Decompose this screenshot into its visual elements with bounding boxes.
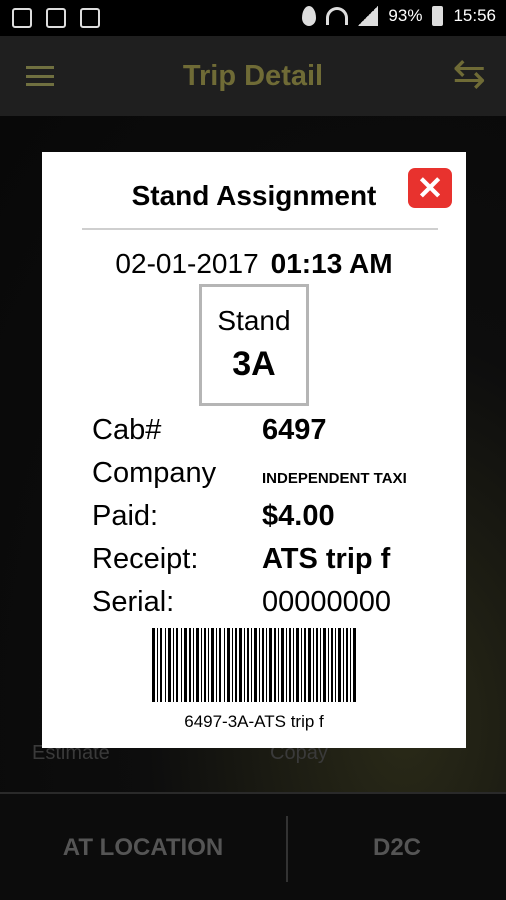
location-icon	[302, 6, 317, 26]
at-location-button[interactable]: AT LOCATION	[0, 794, 286, 900]
wifi-icon	[326, 7, 349, 25]
image-notification-icon	[12, 8, 32, 28]
serial-value: 00000000	[262, 586, 392, 618]
system-icons: 93% 15:56	[302, 6, 496, 26]
stand-box: Stand 3A	[199, 284, 309, 406]
serial-label: Serial:	[92, 586, 175, 618]
bottom-action-bar: AT LOCATION D2C	[0, 792, 506, 900]
serial-row: Serial: 00000000	[92, 586, 462, 630]
assignment-datetime: 02-01-2017 01:13 AM	[42, 248, 466, 280]
title-divider	[82, 228, 438, 230]
company-row: Company INDEPENDENT TAXI	[92, 457, 462, 501]
stand-label: Stand	[217, 305, 291, 336]
receipt-label: Receipt:	[92, 543, 199, 575]
cab-row: Cab# 6497	[92, 414, 462, 458]
paid-value: $4.00	[262, 500, 335, 532]
company-value: INDEPENDENT TAXI	[262, 470, 407, 487]
battery-icon	[432, 6, 444, 26]
briefcase-notification-icon	[80, 8, 100, 28]
stand-assignment-dialog: Stand Assignment ✕ 02-01-2017 01:13 AM St…	[42, 152, 466, 748]
receipt-row: Receipt: ATS trip f	[92, 543, 462, 587]
status-bar: 93% 15:56	[0, 0, 506, 36]
page-title: Trip Detail	[182, 60, 324, 92]
receipt-value: ATS trip f	[262, 543, 391, 575]
stand-value: 3A	[232, 345, 276, 383]
paid-label: Paid:	[92, 500, 159, 532]
barcode-icon	[152, 628, 356, 702]
assignment-date: 02-01-2017	[115, 248, 259, 279]
cab-label: Cab#	[92, 414, 162, 446]
swap-arrows-icon[interactable]: ⇆	[452, 54, 486, 94]
barcode-text: 6497-3A-ATS trip f	[184, 712, 324, 731]
d2c-button[interactable]: D2C	[288, 794, 506, 900]
alarm-notification-icon	[46, 8, 66, 28]
company-label: Company	[92, 457, 217, 489]
paid-row: Paid: $4.00	[92, 500, 462, 544]
assignment-time: 01:13 AM	[270, 248, 393, 279]
notification-icons	[12, 8, 100, 28]
clock: 15:56	[453, 6, 496, 25]
app-bar: Trip Detail ⇆	[0, 36, 506, 116]
dialog-title: Stand Assignment	[131, 180, 377, 211]
close-icon[interactable]: ✕	[408, 168, 452, 208]
battery-percent: 93%	[388, 6, 423, 25]
cab-value: 6497	[262, 414, 327, 446]
signal-icon	[358, 6, 379, 26]
